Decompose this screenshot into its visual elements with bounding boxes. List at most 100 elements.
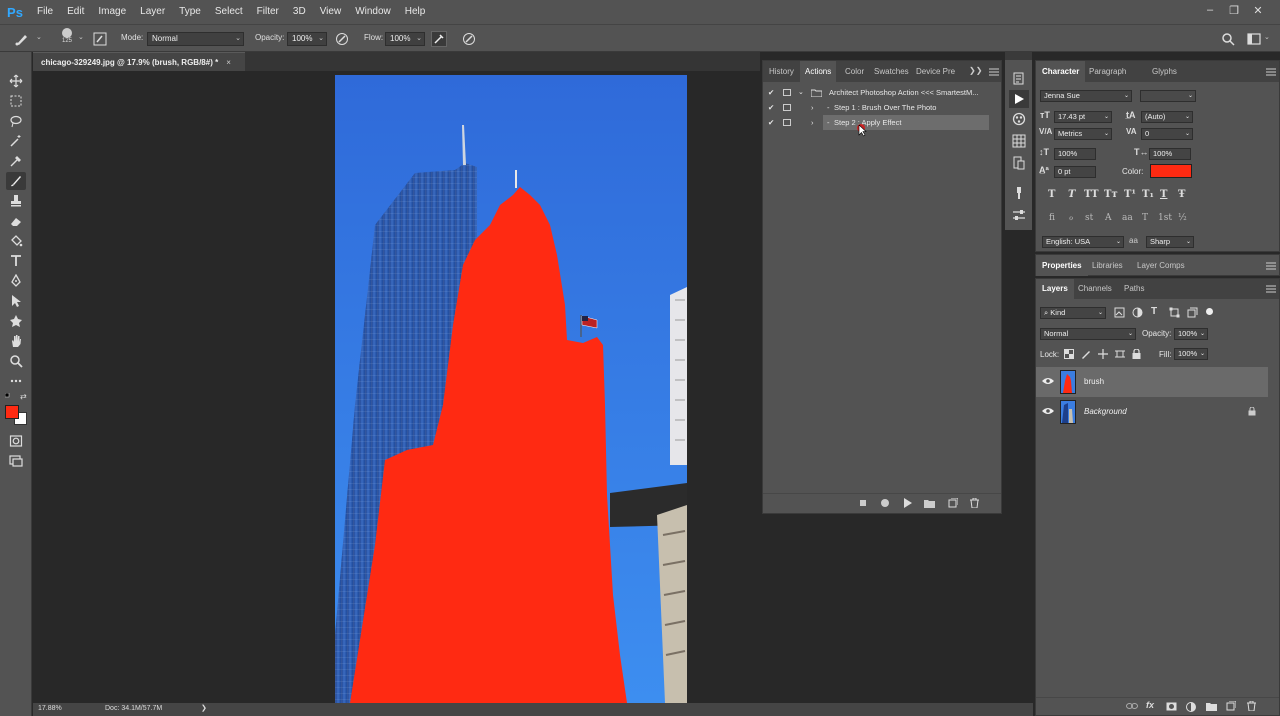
lock-transparent-icon[interactable] [1064,349,1074,359]
menu-edit[interactable]: Edit [60,0,91,24]
filter-pixel-icon[interactable] [1114,307,1125,318]
layer-style-icon[interactable]: fx [1146,700,1154,710]
kerning-select[interactable]: Metrics ⌄ [1054,128,1112,140]
underline-button[interactable]: T [1160,189,1167,200]
subscript-button[interactable]: T₁ [1142,189,1154,200]
chevron-down-icon[interactable]: ⌄ [798,85,804,100]
tab-glyphs[interactable]: Glyphs [1146,61,1183,82]
superscript-button[interactable]: T¹ [1124,189,1136,200]
layer-row-background[interactable]: Background [1036,397,1268,427]
chevron-down-icon[interactable]: ⌄ [1264,33,1270,41]
tab-device-preview[interactable]: Device Pre [911,61,960,82]
layer-opacity-input[interactable]: 100% ⌄ [1174,328,1208,340]
titling-alternates-button[interactable]: T [1142,213,1148,223]
new-action-icon[interactable] [948,498,958,508]
zoom-level[interactable]: 17.88% [38,705,62,712]
checkmark-icon[interactable]: ✔ [768,85,774,100]
vertical-scale-input[interactable]: 100% [1054,148,1096,160]
small-caps-button[interactable]: Tт [1104,189,1118,200]
screen-mode-icon[interactable] [6,452,26,470]
workspace-icon[interactable] [1246,31,1262,47]
path-selection-tool-icon[interactable] [6,292,26,310]
opacity-input[interactable]: 100% ⌄ [287,32,327,46]
lock-position-icon[interactable] [1098,349,1108,359]
actions-panel-icon[interactable] [1009,90,1029,108]
tab-layer-comps[interactable]: Layer Comps [1131,255,1191,276]
faux-italic-button[interactable]: T [1068,189,1075,200]
chevron-right-icon[interactable]: › [811,115,814,130]
chevron-down-icon[interactable]: ⌄ [78,33,84,41]
all-caps-button[interactable]: TT [1084,189,1099,200]
add-mask-icon[interactable] [1166,702,1177,711]
device-preview-icon[interactable] [1009,154,1029,172]
faux-bold-button[interactable]: T [1048,189,1055,200]
search-icon[interactable] [1220,31,1236,47]
history-panel-icon[interactable] [1009,70,1029,88]
checkmark-icon[interactable]: ✔ [768,100,774,115]
tab-character[interactable]: Character [1036,61,1086,82]
font-size-input[interactable]: 17.43 pt ⌄ [1054,111,1112,123]
discretionary-ligatures-button[interactable]: st [1085,213,1093,223]
paint-bucket-tool-icon[interactable] [6,232,26,250]
menu-filter[interactable]: Filter [250,0,286,24]
new-layer-icon[interactable] [1226,701,1236,711]
brush-tool-preset-icon[interactable] [14,31,30,47]
filter-type-icon[interactable]: T [1151,306,1157,317]
action-set-row[interactable]: ✔ ⌄ Architect Photoshop Action <<< Smart… [763,85,1001,100]
swap-colors-icon[interactable]: ⇄ [20,392,27,401]
stop-icon[interactable] [860,500,866,506]
tab-paragraph[interactable]: Paragraph [1083,61,1132,82]
fill-input[interactable]: 100% ⌄ [1174,348,1208,360]
chevron-right-icon[interactable]: › [811,100,814,115]
action-step-1-row[interactable]: ✔ › - Step 1 : Brush Over The Photo [763,100,1001,115]
tab-layers[interactable]: Layers [1036,279,1074,299]
menu-window[interactable]: Window [348,0,398,24]
swatches-panel-icon[interactable] [1009,132,1029,150]
move-tool-icon[interactable] [6,72,26,90]
play-icon[interactable] [904,498,912,508]
stamp-tool-icon[interactable] [6,192,26,210]
layer-filter-select[interactable]: ⌕ Kind ⌄ [1040,307,1106,319]
more-tools-icon[interactable] [6,372,26,390]
leading-input[interactable]: (Auto) ⌄ [1141,111,1193,123]
trash-icon[interactable] [970,498,979,508]
trash-icon[interactable] [1247,701,1256,711]
lasso-tool-icon[interactable] [6,112,26,130]
hand-tool-icon[interactable] [6,332,26,350]
lock-artboard-icon[interactable] [1115,349,1125,359]
tab-swatches[interactable]: Swatches [869,61,914,82]
tab-libraries[interactable]: Libraries [1086,255,1129,276]
menu-select[interactable]: Select [208,0,250,24]
ligatures-button[interactable]: fi [1049,213,1055,223]
brush-size-picker[interactable]: 125 [58,28,76,50]
menu-3d[interactable]: 3D [286,0,313,24]
quick-mask-icon[interactable] [6,432,26,450]
pen-tool-icon[interactable] [6,272,26,290]
baseline-shift-input[interactable]: 0 pt [1054,166,1096,178]
strikethrough-button[interactable]: Ŧ [1178,189,1185,200]
marquee-tool-icon[interactable] [6,92,26,110]
zoom-tool-icon[interactable] [6,352,26,370]
eye-icon[interactable] [1042,377,1054,385]
eyedropper-tool-icon[interactable] [6,152,26,170]
mode-select[interactable]: Normal ⌄ [147,32,244,46]
pressure-opacity-icon[interactable] [334,31,350,47]
tab-channels[interactable]: Channels [1072,279,1118,299]
swash-button[interactable]: A [1105,213,1112,223]
brush-tool-icon[interactable] [6,172,26,190]
layer-name[interactable]: Background [1084,407,1127,416]
close-icon[interactable]: × [226,58,231,67]
menu-help[interactable]: Help [398,0,433,24]
lock-all-icon[interactable] [1132,349,1141,359]
lock-pixels-icon[interactable] [1081,349,1091,359]
layer-name[interactable]: brush [1084,377,1104,386]
magic-wand-tool-icon[interactable] [6,132,26,150]
language-select[interactable]: English: USA ⌄ [1042,236,1124,248]
menu-view[interactable]: View [313,0,349,24]
text-color-swatch[interactable] [1150,164,1192,178]
record-icon[interactable] [881,499,889,507]
font-family-select[interactable]: Jenna Sue ⌄ [1040,90,1132,102]
panel-menu-icon[interactable] [1266,285,1276,293]
checkmark-icon[interactable]: ✔ [768,115,774,130]
minimize-button[interactable]: – [1198,0,1222,20]
